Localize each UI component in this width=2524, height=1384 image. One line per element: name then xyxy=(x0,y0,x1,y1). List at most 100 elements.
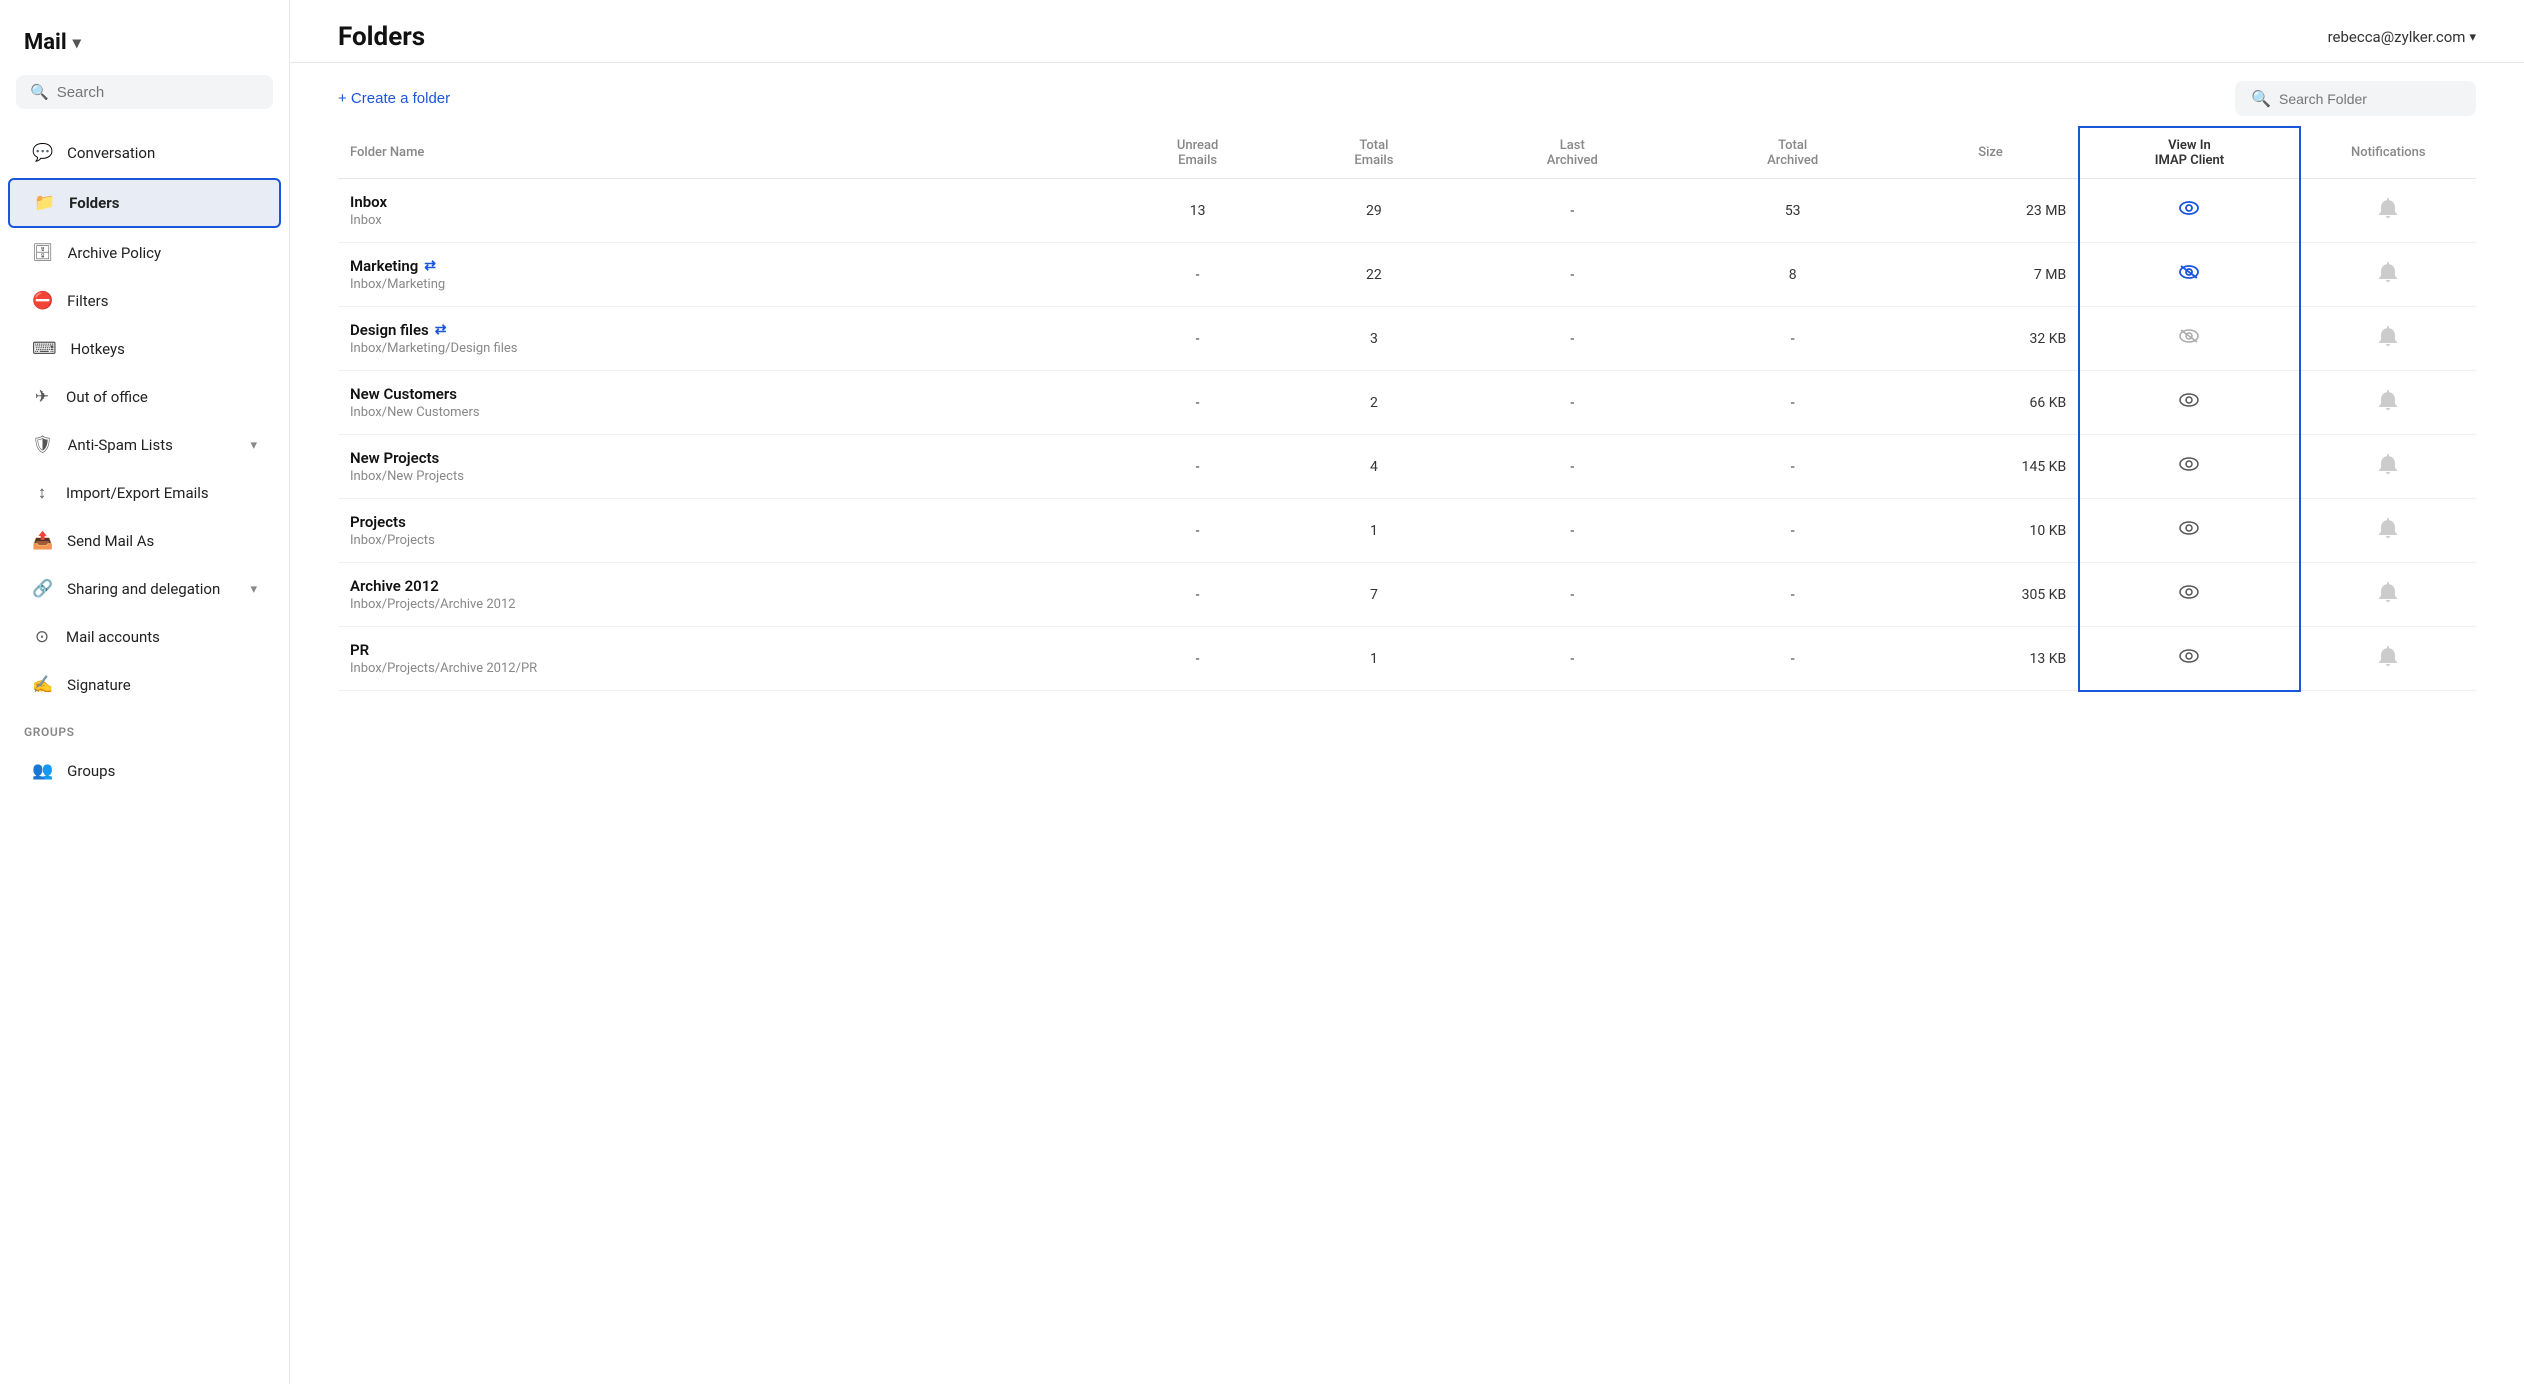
folder-name: PR xyxy=(350,641,1097,659)
notification-bell-button[interactable] xyxy=(2375,322,2401,355)
sidebar-item-archive-policy[interactable]: 🗄 Archive Policy xyxy=(8,230,281,276)
size-cell: 10 KB xyxy=(1903,499,2079,563)
folder-name: New Projects xyxy=(350,449,1097,467)
sidebar-item-label: Archive Policy xyxy=(68,244,162,262)
sidebar-item-label: Mail accounts xyxy=(66,628,160,646)
col-header-total: TotalEmails xyxy=(1286,127,1462,179)
sidebar-nav: 💬 Conversation 📁 Folders 🗄 Archive Polic… xyxy=(0,129,289,709)
total-emails-cell: 3 xyxy=(1286,307,1462,371)
table-row: Archive 2012 Inbox/Projects/Archive 2012… xyxy=(338,563,2476,627)
user-email-dropdown[interactable]: rebecca@zylker.com ▾ xyxy=(2328,28,2476,46)
total-emails-cell: 4 xyxy=(1286,435,1462,499)
imap-toggle-button[interactable] xyxy=(2174,580,2204,609)
sidebar-item-send-mail-as[interactable]: 📤 Send Mail As xyxy=(8,518,281,564)
notification-cell xyxy=(2300,179,2476,243)
imap-cell xyxy=(2079,243,2299,307)
main-header: Folders rebecca@zylker.com ▾ xyxy=(290,0,2524,63)
sidebar-item-label: Sharing and delegation xyxy=(67,580,220,598)
sidebar-item-conversation[interactable]: 💬 Conversation xyxy=(8,130,281,176)
imap-cell xyxy=(2079,499,2299,563)
sidebar-item-label: Hotkeys xyxy=(71,340,125,358)
unread-emails-cell: - xyxy=(1109,307,1285,371)
sidebar: Mail ▾ 🔍 💬 Conversation 📁 Folders 🗄 Arch… xyxy=(0,0,290,1384)
sidebar-item-folders[interactable]: 📁 Folders xyxy=(8,178,281,228)
page-title: Folders xyxy=(338,22,425,52)
sidebar-item-anti-spam[interactable]: 🛡 Anti-Spam Lists ▾ xyxy=(8,422,281,468)
sidebar-item-label: Anti-Spam Lists xyxy=(68,436,173,454)
sidebar-item-label: Groups xyxy=(67,762,115,780)
toolbar: + Create a folder 🔍 xyxy=(290,63,2524,126)
imap-toggle-button[interactable] xyxy=(2174,644,2204,673)
notification-bell-button[interactable] xyxy=(2375,450,2401,483)
unread-emails-cell: - xyxy=(1109,435,1285,499)
total-emails-cell: 1 xyxy=(1286,627,1462,691)
total-emails-cell: 7 xyxy=(1286,563,1462,627)
col-header-size: Size xyxy=(1903,127,2079,179)
imap-cell xyxy=(2079,627,2299,691)
folder-path: Inbox/New Customers xyxy=(350,405,1097,420)
folder-name: Marketing ⇄ xyxy=(350,257,1097,275)
folders-table: Folder Name UnreadEmails TotalEmails Las… xyxy=(338,126,2476,692)
sidebar-item-import-export[interactable]: ↕ Import/Export Emails xyxy=(8,470,281,516)
imap-cell xyxy=(2079,435,2299,499)
notification-bell-button[interactable] xyxy=(2375,258,2401,291)
total-emails-cell: 2 xyxy=(1286,371,1462,435)
imap-toggle-button[interactable] xyxy=(2174,452,2204,481)
folder-path: Inbox/Marketing xyxy=(350,277,1097,292)
table-row: New Projects Inbox/New Projects - 4 - - … xyxy=(338,435,2476,499)
imap-toggle-button[interactable] xyxy=(2174,260,2204,289)
notification-bell-button[interactable] xyxy=(2375,578,2401,611)
sidebar-item-mail-accounts[interactable]: ⊙ Mail accounts xyxy=(8,614,281,660)
total-archived-cell: - xyxy=(1682,627,1902,691)
size-cell: 23 MB xyxy=(1903,179,2079,243)
sidebar-item-filters[interactable]: ⛔ Filters xyxy=(8,278,281,324)
total-emails-cell: 22 xyxy=(1286,243,1462,307)
sidebar-item-label: Out of office xyxy=(66,388,148,406)
total-archived-cell: 8 xyxy=(1682,243,1902,307)
search-folder-input[interactable] xyxy=(2279,91,2460,107)
notification-bell-button[interactable] xyxy=(2375,514,2401,547)
user-email-chevron-icon: ▾ xyxy=(2469,30,2476,45)
import-export-icon: ↕ xyxy=(32,483,52,503)
total-emails-cell: 29 xyxy=(1286,179,1462,243)
sharing-expand-icon: ▾ xyxy=(250,582,257,597)
notification-cell xyxy=(2300,563,2476,627)
imap-toggle-button[interactable] xyxy=(2174,516,2204,545)
search-folder-icon: 🔍 xyxy=(2251,89,2271,108)
folders-icon: 📁 xyxy=(34,193,55,213)
sidebar-item-signature[interactable]: ✍ Signature xyxy=(8,662,281,708)
folder-name-cell: PR Inbox/Projects/Archive 2012/PR xyxy=(338,627,1109,691)
folder-path: Inbox/Projects/Archive 2012/PR xyxy=(350,661,1097,676)
create-folder-button[interactable]: + Create a folder xyxy=(338,90,450,107)
table-row: Marketing ⇄ Inbox/Marketing - 22 - 8 7 M… xyxy=(338,243,2476,307)
col-header-imap: View InIMAP Client xyxy=(2079,127,2299,179)
folder-name: Design files ⇄ xyxy=(350,321,1097,339)
imap-toggle-button[interactable] xyxy=(2174,324,2204,353)
notification-bell-button[interactable] xyxy=(2375,194,2401,227)
table-row: Inbox Inbox 13 29 - 53 23 MB xyxy=(338,179,2476,243)
app-title[interactable]: Mail ▾ xyxy=(0,20,289,75)
imap-toggle-button[interactable] xyxy=(2174,388,2204,417)
notification-bell-button[interactable] xyxy=(2375,642,2401,675)
last-archived-cell: - xyxy=(1462,179,1682,243)
sidebar-item-groups[interactable]: 👥 Groups xyxy=(8,748,281,794)
search-folder-box[interactable]: 🔍 xyxy=(2235,81,2476,116)
sidebar-item-hotkeys[interactable]: ⌨ Hotkeys xyxy=(8,326,281,372)
sidebar-item-out-of-office[interactable]: ✈ Out of office xyxy=(8,374,281,420)
folder-path: Inbox/Marketing/Design files xyxy=(350,341,1097,356)
notification-cell xyxy=(2300,627,2476,691)
notification-cell xyxy=(2300,307,2476,371)
notification-bell-button[interactable] xyxy=(2375,386,2401,419)
mail-accounts-icon: ⊙ xyxy=(32,627,52,647)
total-archived-cell: - xyxy=(1682,307,1902,371)
notification-cell xyxy=(2300,371,2476,435)
sidebar-search-input[interactable] xyxy=(57,84,259,101)
groups-label: GROUPS xyxy=(0,709,289,747)
total-emails-cell: 1 xyxy=(1286,499,1462,563)
sidebar-search-box[interactable]: 🔍 xyxy=(16,75,273,109)
imap-toggle-button[interactable] xyxy=(2174,196,2204,225)
col-header-last-archived: LastArchived xyxy=(1462,127,1682,179)
sidebar-item-sharing-delegation[interactable]: 🔗 Sharing and delegation ▾ xyxy=(8,566,281,612)
sidebar-item-label: Folders xyxy=(69,194,119,212)
table-row: Design files ⇄ Inbox/Marketing/Design fi… xyxy=(338,307,2476,371)
